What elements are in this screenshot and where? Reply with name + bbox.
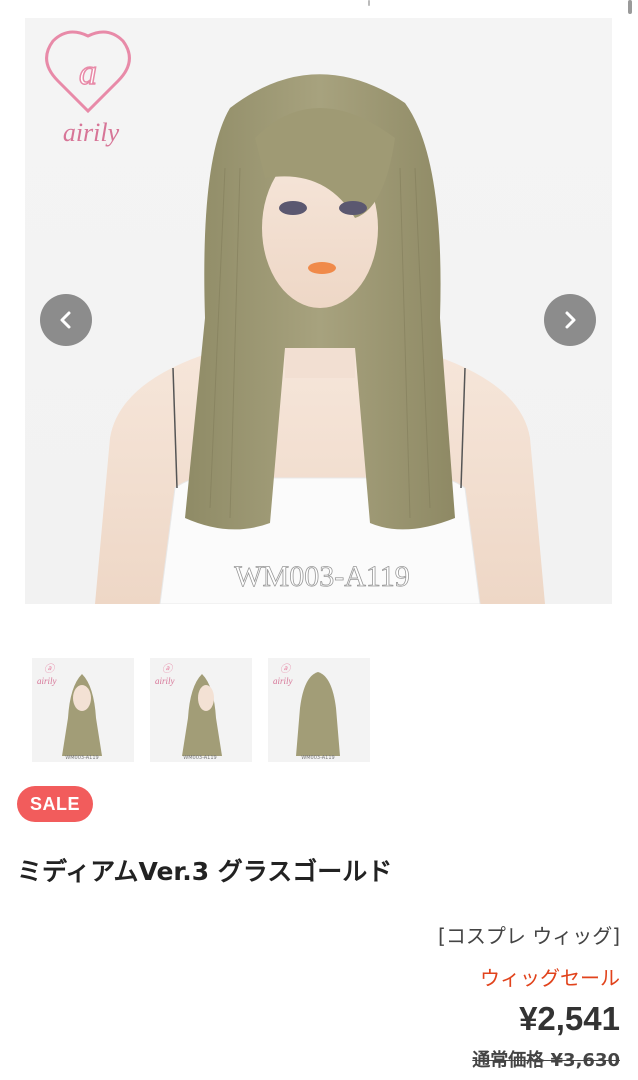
thumbnail-front[interactable]: ⓐ airily WM003-A119 xyxy=(32,658,134,762)
svg-text:WM003-A119: WM003-A119 xyxy=(183,755,216,761)
svg-text:ⓐ: ⓐ xyxy=(44,663,56,675)
product-category[interactable]: [コスプレ ウィッグ] xyxy=(438,920,620,949)
svg-text:WM003-A119: WM003-A119 xyxy=(301,755,334,761)
svg-text:airily: airily xyxy=(63,118,120,147)
chevron-right-icon xyxy=(565,311,576,329)
sale-price: ¥2,541 xyxy=(519,1000,620,1037)
svg-text:a: a xyxy=(79,52,97,92)
thumbnail-back[interactable]: ⓐ airily WM003-A119 xyxy=(268,658,370,762)
svg-text:airily: airily xyxy=(37,676,57,686)
thumbnail-angle[interactable]: ⓐ airily WM003-A119 xyxy=(150,658,252,762)
svg-text:airily: airily xyxy=(155,676,175,686)
airily-logo: a airily xyxy=(45,30,131,147)
sale-category-link[interactable]: ウィッグセール xyxy=(480,962,620,991)
svg-text:ⓐ: ⓐ xyxy=(280,663,292,675)
thumbnail-list: ⓐ airily WM003-A119 ⓐ airily WM003-A119 … xyxy=(32,658,370,762)
regular-price: 通常価格 ¥3,630 xyxy=(472,1050,620,1071)
product-code-watermark: WM003-A119 xyxy=(234,560,410,593)
svg-text:airily: airily xyxy=(273,676,293,686)
wig-mannequin-image: a airily WM003-A119 xyxy=(45,30,545,604)
carousel-next-button[interactable] xyxy=(544,294,596,346)
top-scroll-indicator xyxy=(368,0,370,6)
carousel-prev-button[interactable] xyxy=(40,294,92,346)
chevron-left-icon xyxy=(60,311,71,329)
svg-text:WM003-A119: WM003-A119 xyxy=(65,755,98,761)
product-main-image: a airily WM003-A119 xyxy=(25,18,612,604)
svg-text:ⓐ: ⓐ xyxy=(162,663,174,675)
product-title: ミディアムVer.3 グラスゴールド xyxy=(17,857,393,886)
scrollbar[interactable] xyxy=(628,0,632,14)
sale-badge: SALE xyxy=(17,786,93,822)
